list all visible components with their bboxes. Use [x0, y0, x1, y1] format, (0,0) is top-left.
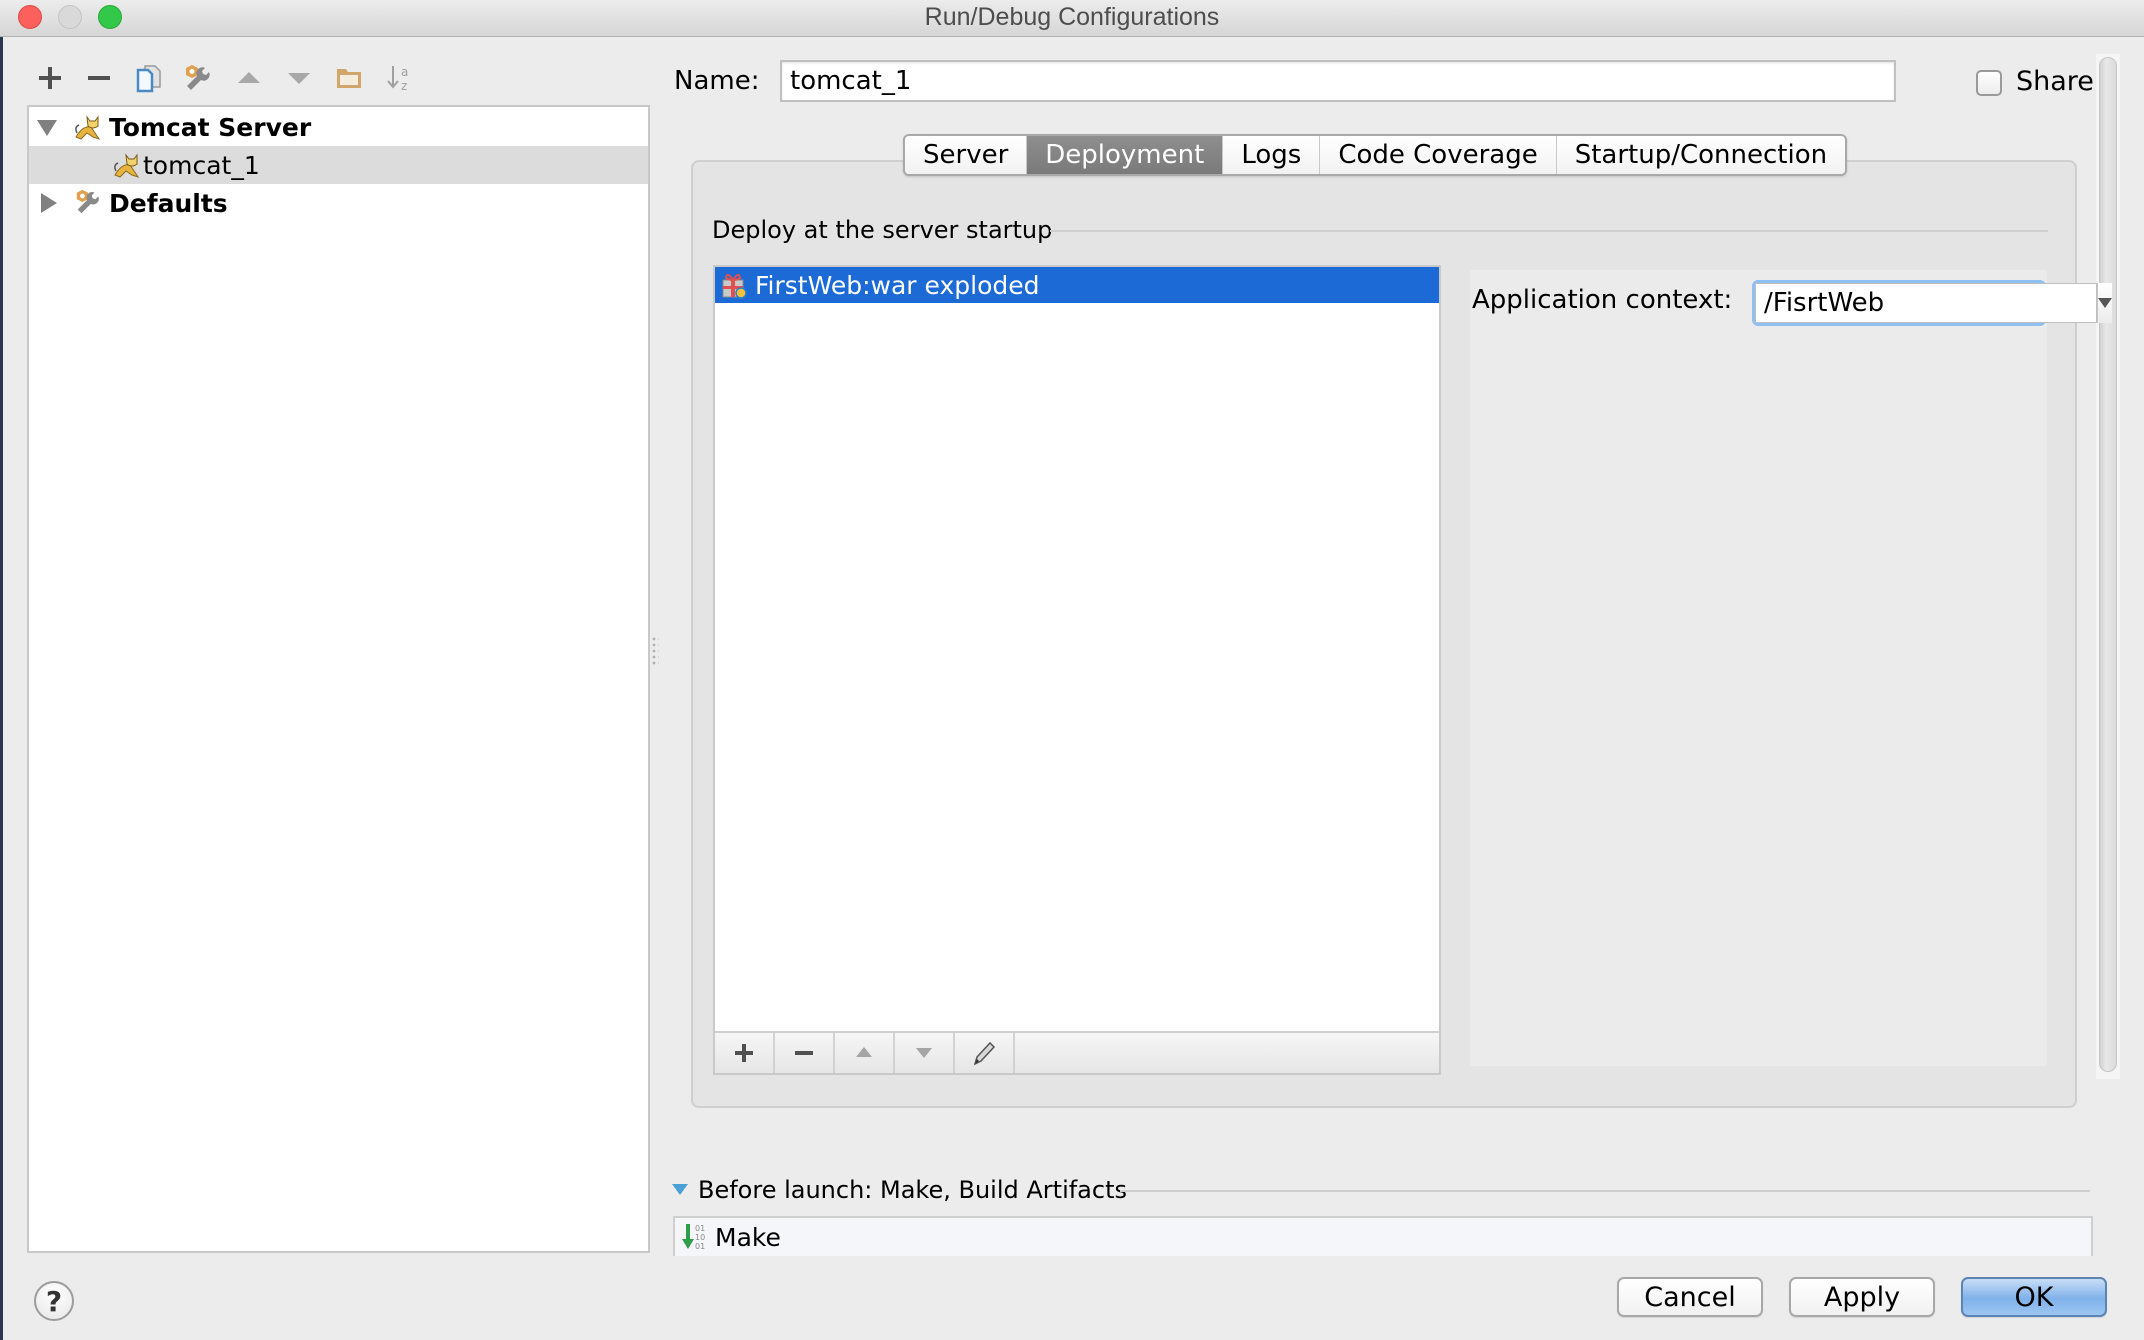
war-artifact-icon [722, 274, 747, 299]
artifact-settings-panel [1470, 270, 2047, 1066]
tab-deployment[interactable]: Deployment [1027, 136, 1224, 174]
move-down-icon [916, 1048, 932, 1058]
tree-item-tomcat-1[interactable]: tomcat_1 [29, 146, 648, 184]
wrench-icon [76, 189, 99, 214]
application-context-label: Application context: [1472, 285, 1733, 315]
expand-toggle[interactable] [37, 120, 57, 136]
move-up-icon [856, 1047, 872, 1057]
move-up-button[interactable] [232, 60, 266, 96]
share-checkbox[interactable] [1976, 70, 2002, 96]
move-artifact-down-button[interactable] [895, 1033, 955, 1073]
before-launch-task-list[interactable]: 01 10 01 Make [673, 1216, 2093, 1256]
tree-item-defaults[interactable]: Defaults [29, 184, 648, 222]
application-context-input[interactable] [1755, 283, 2097, 323]
add-icon [735, 1044, 753, 1062]
remove-icon [795, 1051, 813, 1055]
vertical-scrollbar-thumb[interactable] [2099, 57, 2117, 1072]
deployment-artifact-list[interactable]: FirstWeb:war exploded [713, 265, 1441, 1075]
tree-item-label: tomcat_1 [143, 150, 260, 180]
add-artifact-button[interactable] [715, 1033, 775, 1073]
chevron-down-icon [2098, 298, 2112, 308]
remove-icon [88, 76, 110, 80]
tab-startup-connection[interactable]: Startup/Connection [1556, 136, 1846, 174]
share-label[interactable]: Share [2016, 66, 2094, 97]
cancel-button[interactable]: Cancel [1617, 1277, 1763, 1317]
apply-button[interactable]: Apply [1789, 1277, 1935, 1317]
svg-text:01: 01 [695, 1242, 705, 1251]
folder-icon [337, 69, 361, 88]
copy-configuration-button[interactable] [132, 60, 166, 96]
svg-text:10: 10 [695, 1233, 705, 1242]
tab-bar: Server Deployment Logs Code Coverage Sta… [903, 134, 1848, 176]
create-folder-button[interactable] [332, 60, 366, 96]
sort-button[interactable]: az [382, 60, 416, 96]
name-field[interactable] [780, 60, 1896, 102]
application-context-dropdown-button[interactable] [2097, 283, 2112, 323]
artifact-label: FirstWeb:war exploded [755, 270, 1040, 300]
sort-az-icon: az [387, 65, 408, 93]
splitter-handle[interactable] [651, 636, 659, 666]
name-label: Name: [674, 66, 760, 96]
expand-toggle[interactable] [41, 193, 57, 213]
before-launch-heading[interactable]: Before launch: Make, Build Artifacts [698, 1176, 1127, 1204]
ok-button[interactable]: OK [1961, 1277, 2107, 1317]
svg-text:a: a [401, 65, 408, 79]
tab-code-coverage[interactable]: Code Coverage [1320, 136, 1557, 174]
tomcat-icon [114, 153, 140, 178]
copy-icon [136, 65, 161, 93]
tomcat-icon [75, 115, 101, 140]
move-up-icon [238, 72, 260, 83]
tree-item-tomcat-server[interactable]: Tomcat Server [29, 108, 648, 146]
edit-defaults-button[interactable] [181, 60, 215, 96]
remove-artifact-button[interactable] [775, 1033, 835, 1073]
remove-configuration-button[interactable] [82, 60, 116, 96]
edit-defaults-icon [186, 65, 210, 90]
move-artifact-up-button[interactable] [835, 1033, 895, 1073]
add-icon [39, 67, 61, 89]
move-down-button[interactable] [282, 60, 316, 96]
task-label: Make [715, 1222, 781, 1252]
edit-artifact-button[interactable] [955, 1033, 1015, 1073]
title-bar: Run/Debug Configurations [0, 0, 2144, 37]
tree-item-label: Tomcat Server [109, 112, 312, 142]
svg-text:01: 01 [695, 1224, 705, 1233]
add-configuration-button[interactable] [33, 60, 67, 96]
window-title: Run/Debug Configurations [924, 3, 1220, 31]
tab-logs[interactable]: Logs [1223, 136, 1321, 174]
before-launch-collapse-toggle[interactable] [672, 1184, 688, 1195]
background-window-edge [0, 37, 3, 1340]
section-divider [1050, 230, 2048, 232]
application-context-combobox[interactable] [1752, 280, 2112, 326]
artifact-list-toolbar [715, 1031, 1439, 1073]
before-launch-task[interactable]: 01 10 01 Make [681, 1218, 781, 1256]
edit-icon [973, 1041, 996, 1066]
help-button[interactable]: ? [34, 1281, 74, 1321]
svg-text:z: z [401, 79, 407, 93]
artifact-item[interactable]: FirstWeb:war exploded [715, 267, 1439, 303]
tree-item-label: Defaults [109, 188, 228, 218]
move-down-icon [288, 73, 310, 84]
configuration-tree[interactable]: Tomcat Server tomcat_1 Defaults [27, 105, 650, 1253]
deploy-section-heading: Deploy at the server startup [712, 216, 1053, 244]
section-divider [1120, 1190, 2090, 1192]
make-icon: 01 10 01 [682, 1224, 705, 1251]
tab-server[interactable]: Server [905, 136, 1028, 174]
